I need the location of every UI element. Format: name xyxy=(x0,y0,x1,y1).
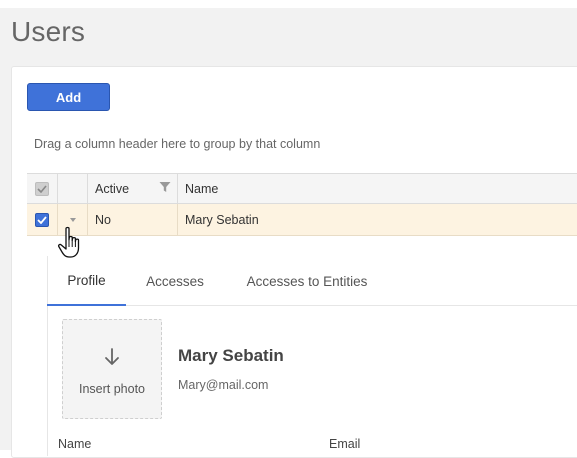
cell-name[interactable]: Mary Sebatin xyxy=(177,204,577,235)
check-icon xyxy=(37,215,47,224)
column-header-active-label: Active xyxy=(95,181,130,196)
insert-photo-button[interactable]: Insert photo xyxy=(62,319,162,419)
check-icon xyxy=(37,184,47,193)
select-all-checkbox[interactable] xyxy=(35,181,49,196)
tab-profile[interactable]: Profile xyxy=(47,256,126,306)
name-field-label: Name xyxy=(58,437,92,451)
grid-header: Active Name xyxy=(27,173,577,204)
table-row[interactable]: No Mary Sebatin xyxy=(27,204,577,236)
column-header-name[interactable]: Name xyxy=(177,174,577,203)
row-checkbox[interactable] xyxy=(35,212,49,227)
filter-icon[interactable] xyxy=(159,181,171,193)
user-display-name: Mary Sebatin xyxy=(178,346,284,365)
tab-accesses-to-entities[interactable]: Accesses to Entities xyxy=(232,256,382,306)
tab-profile-label: Profile xyxy=(67,272,106,288)
row-select-cell[interactable] xyxy=(27,204,57,235)
group-panel-hint[interactable]: Drag a column header here to group by th… xyxy=(34,137,320,151)
cell-active[interactable]: No xyxy=(87,204,177,235)
user-email: Mary@mail.com xyxy=(178,378,269,392)
column-header-name-label: Name xyxy=(185,181,219,196)
page-title: Users xyxy=(11,16,86,47)
email-field-label: Email xyxy=(329,437,361,451)
cell-active-value: No xyxy=(95,212,111,227)
add-button[interactable]: Add xyxy=(27,83,110,111)
arrow-down-icon xyxy=(105,348,119,365)
tab-accesses-label: Accesses xyxy=(146,273,204,289)
tab-accesses[interactable]: Accesses xyxy=(133,256,217,306)
hand-pointer-cursor-icon xyxy=(57,226,80,258)
detail-tabs: Profile Accesses Accesses to Entities xyxy=(47,256,577,306)
expand-column-header xyxy=(57,174,87,203)
column-header-active[interactable]: Active xyxy=(87,174,177,203)
insert-photo-label: Insert photo xyxy=(78,382,145,396)
expand-caret-icon[interactable] xyxy=(69,217,76,222)
tab-accesses-to-entities-label: Accesses to Entities xyxy=(246,273,368,289)
cell-name-value: Mary Sebatin xyxy=(185,212,259,227)
select-all-cell[interactable] xyxy=(27,174,57,203)
